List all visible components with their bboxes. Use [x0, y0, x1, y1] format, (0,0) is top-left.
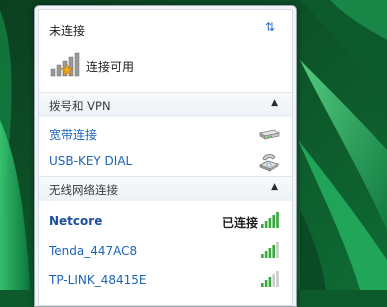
connection-status-text: 未连接 — [49, 24, 86, 38]
wifi-item-tenda[interactable]: Tenda_447AC8 — [39, 237, 292, 265]
dialup-item-label: 宽带连接 — [49, 128, 98, 142]
wifi-signal-icon — [261, 242, 279, 258]
refresh-icon[interactable]: ⇅ — [262, 19, 278, 35]
connection-available-label: 连接可用 — [86, 60, 135, 74]
section-header-wireless[interactable]: 无线网络连接 ▲ — [39, 177, 292, 201]
wifi-item-netcore[interactable]: Netcore 已连接 — [39, 207, 292, 235]
wifi-item-label: Netcore — [49, 214, 103, 228]
section-header-dialup-vpn[interactable]: 拨号和 VPN ▲ — [39, 93, 292, 117]
modem-icon — [259, 129, 280, 140]
phone-icon — [259, 154, 279, 172]
wifi-item-label: Tenda_447AC8 — [49, 244, 138, 258]
section-title-dialup-vpn: 拨号和 VPN — [49, 99, 111, 113]
chevron-up-icon[interactable]: ▲ — [271, 182, 278, 192]
network-flyout: 未连接 ⇅ 连接可用 拨号和 VPN ▲ 宽带连接 USB-KEY DIAL 无… — [34, 5, 297, 307]
chevron-up-icon[interactable]: ▲ — [271, 98, 278, 108]
wifi-item-label: TP-LINK_48415E — [49, 273, 147, 287]
network-flyout-content: 未连接 ⇅ 连接可用 拨号和 VPN ▲ 宽带连接 USB-KEY DIAL 无… — [38, 9, 293, 306]
dialup-item-label: USB-KEY DIAL — [49, 154, 133, 168]
section-title-wireless: 无线网络连接 — [49, 183, 118, 197]
connection-available-row: 连接可用 — [49, 50, 249, 80]
wifi-signal-icon — [261, 271, 279, 287]
wifi-item-status: 已连接 — [221, 216, 258, 230]
signal-bars-star-icon — [50, 52, 80, 77]
wifi-signal-icon — [261, 212, 279, 228]
dialup-item-broadband[interactable]: 宽带连接 — [39, 119, 292, 147]
dialup-item-usb-key[interactable]: USB-KEY DIAL — [39, 147, 292, 175]
